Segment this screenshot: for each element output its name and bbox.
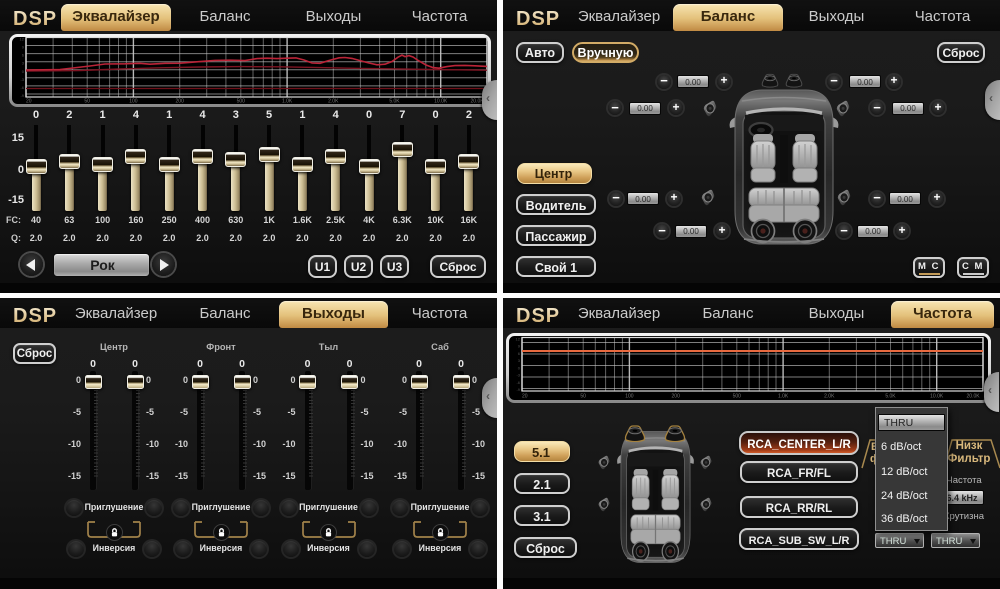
svg-text:20: 20	[522, 394, 528, 400]
svg-text:50: 50	[580, 394, 586, 400]
svg-text:20: 20	[26, 99, 32, 105]
svg-text:20.0K: 20.0K	[967, 394, 981, 400]
svg-text:10.0K: 10.0K	[434, 99, 448, 105]
svg-text:2.0K: 2.0K	[824, 394, 835, 400]
svg-text:12: 12	[20, 37, 25, 42]
svg-text:2.0K: 2.0K	[328, 99, 339, 105]
svg-text:5.0K: 5.0K	[389, 99, 400, 105]
svg-text:200: 200	[176, 99, 185, 105]
svg-text:1.0K: 1.0K	[778, 394, 789, 400]
svg-text:100: 100	[625, 394, 634, 400]
svg-text:50: 50	[84, 99, 90, 105]
svg-text:500: 500	[733, 394, 742, 400]
svg-text:10.0K: 10.0K	[930, 394, 944, 400]
svg-text:12: 12	[516, 337, 521, 342]
svg-text:500: 500	[237, 99, 246, 105]
svg-text:100: 100	[129, 99, 138, 105]
svg-text:5.0K: 5.0K	[885, 394, 896, 400]
svg-text:200: 200	[672, 394, 681, 400]
svg-text:1.0K: 1.0K	[282, 99, 293, 105]
